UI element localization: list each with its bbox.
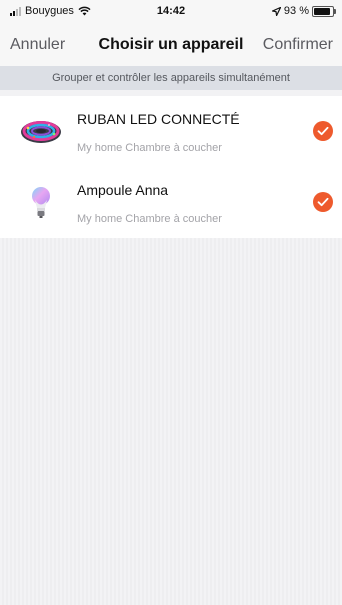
selected-check-icon[interactable] bbox=[313, 121, 333, 141]
confirm-button[interactable]: Confirmer bbox=[263, 36, 333, 54]
group-info-banner: Grouper et contrôler les appareils simul… bbox=[0, 66, 342, 90]
bulb-icon bbox=[32, 187, 50, 218]
device-list: RUBAN LED CONNECTÉ My home Chambre à cou… bbox=[0, 96, 342, 238]
cancel-button[interactable]: Annuler bbox=[10, 36, 65, 54]
device-item-bulb[interactable]: Ampoule Anna My home Chambre à coucher bbox=[0, 167, 342, 238]
empty-list-area bbox=[0, 238, 342, 605]
device-name: RUBAN LED CONNECTÉ bbox=[77, 111, 240, 127]
battery-group: 93 % bbox=[271, 5, 336, 17]
device-item-led-strip[interactable]: RUBAN LED CONNECTÉ My home Chambre à cou… bbox=[0, 96, 342, 167]
battery-icon bbox=[312, 5, 336, 17]
battery-percent: 93 % bbox=[283, 5, 309, 17]
status-bar: Bouygues 14:42 93 % bbox=[0, 0, 342, 24]
navigation-bar: Annuler Choisir un appareil Confirmer bbox=[0, 24, 342, 66]
device-name: Ampoule Anna bbox=[77, 182, 169, 198]
selected-check-icon[interactable] bbox=[313, 192, 333, 212]
device-location: My home Chambre à coucher bbox=[77, 213, 222, 225]
location-arrow-icon bbox=[271, 6, 281, 16]
device-location: My home Chambre à coucher bbox=[77, 142, 222, 154]
led-strip-icon bbox=[21, 121, 61, 143]
